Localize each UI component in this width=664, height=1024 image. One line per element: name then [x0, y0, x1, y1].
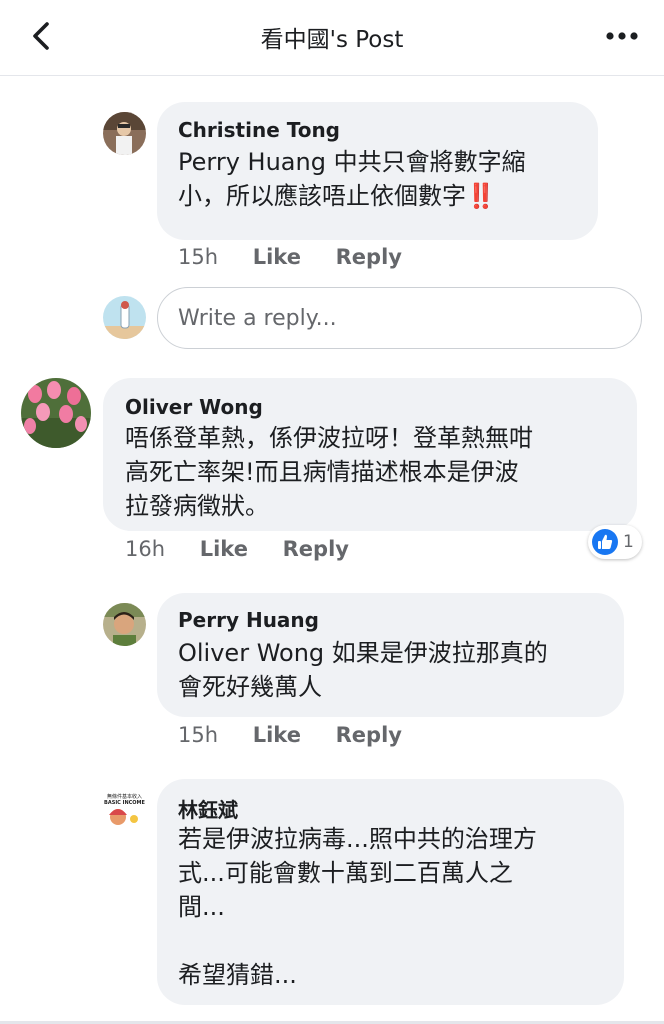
more-dots-icon [606, 32, 638, 40]
comment-text: 若是伊波拉病毒...照中共的治理方 式...可能會數十萬到二百萬人之 間... … [178, 825, 537, 989]
comment-author[interactable]: Perry Huang [178, 608, 319, 632]
comment-actions: 16h Like Reply [125, 537, 349, 561]
like-button[interactable]: Like [253, 723, 301, 747]
more-options-button[interactable] [602, 22, 642, 50]
avatar-text-line1: 無條件基本收入 [107, 793, 142, 800]
reply-button[interactable]: Reply [336, 723, 402, 747]
like-button[interactable]: Like [200, 537, 248, 561]
like-button[interactable]: Like [253, 245, 301, 269]
comment-timestamp: 15h [178, 723, 219, 747]
current-user-avatar [103, 296, 146, 339]
comment-author[interactable]: Christine Tong [178, 118, 340, 142]
avatar-lam-yuk-bun[interactable]: 無條件基本收入 BASIC INCOME [103, 789, 146, 832]
comment-text: 唔係登革熱，係伊波拉呀！登革熱無咁 高死亡率架!而且病情描述根本是伊波 拉發病徵… [125, 424, 533, 520]
reaction-badge[interactable]: 1 [588, 525, 642, 559]
post-title: 看中國's Post [260, 27, 404, 53]
avatar-perry-huang[interactable] [103, 603, 146, 646]
comment-text: Oliver Wong 如果是伊波拉那真的 會死好幾萬人 [178, 639, 548, 701]
comment-actions: 15h Like Reply [178, 723, 402, 747]
avatar-christine-tong[interactable] [103, 112, 146, 155]
reaction-count: 1 [623, 532, 634, 552]
like-thumb-icon [592, 529, 618, 555]
avatar-oliver-wong[interactable] [21, 378, 91, 448]
comment-actions: 15h Like Reply [178, 245, 402, 269]
comment-text: Perry Huang 中共只會將數字縮 小，所以應該唔止依個數字‼️ [178, 148, 526, 210]
comment-author[interactable]: Oliver Wong [125, 395, 263, 419]
reply-input[interactable] [157, 287, 642, 349]
comment-timestamp: 16h [125, 537, 166, 561]
comment-author[interactable]: 林鈺斌 [178, 794, 238, 823]
comment-timestamp: 15h [178, 245, 219, 269]
reply-button[interactable]: Reply [283, 537, 349, 561]
avatar-text-line2: BASIC INCOME [104, 800, 145, 806]
reply-button[interactable]: Reply [336, 245, 402, 269]
top-nav-bar: 看中國's Post [0, 0, 664, 76]
